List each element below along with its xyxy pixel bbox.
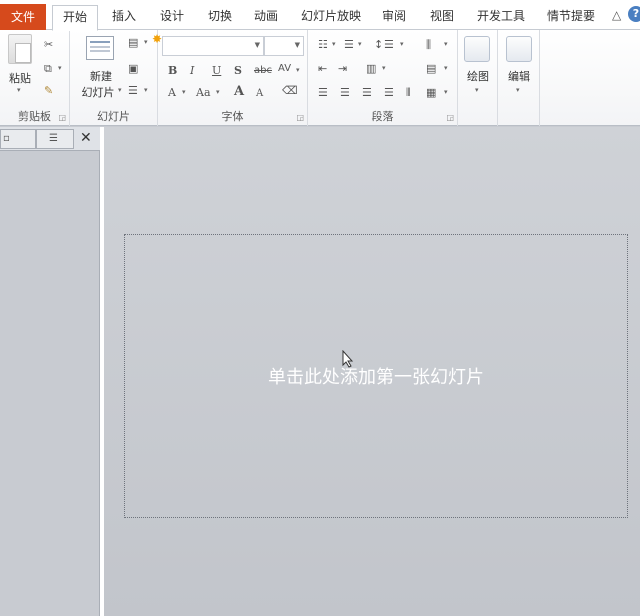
font-color-dropdown-icon[interactable]: ▾ [182,88,186,96]
grow-font-button[interactable]: A [234,85,244,99]
decrease-indent-icon[interactable]: ⇤ [318,62,327,76]
underline-button[interactable]: U [212,64,221,78]
group-clipboard: 粘贴 ▾ ✂ ⧉ ▾ ✎ 剪贴板 ◲ [0,30,70,126]
copy-icon[interactable]: ⧉ [44,62,52,76]
tab-developer[interactable]: 开发工具 [470,5,532,30]
shrink-font-button[interactable]: A [256,87,263,101]
tab-review[interactable]: 审阅 [374,5,414,30]
mouse-cursor-icon [342,350,354,368]
tab-home[interactable]: 开始 [52,5,98,31]
tab-transitions[interactable]: 切换 [200,5,240,30]
cut-icon[interactable]: ✂ [44,38,53,52]
smartart-icon[interactable]: ▦ [426,86,436,100]
change-case-dropdown-icon[interactable]: ▾ [216,88,220,96]
tab-view[interactable]: 视图 [422,5,462,30]
drawing-dropdown-icon[interactable]: ▾ [475,86,479,94]
text-direction-dropdown-icon[interactable]: ▾ [444,40,448,48]
tab-animations[interactable]: 动画 [246,5,286,30]
group-label-slides: 幻灯片 [97,110,130,123]
line-spacing-lines-icon: ☰ [384,38,394,51]
font-name-combo[interactable]: ▼ [162,36,264,56]
font-launcher-icon[interactable]: ◲ [296,113,304,122]
group-paragraph: ☷ ▾ ☰ ▾ ↕ ☰ ▾ ⫼ ▾ ⇤ ⇥ ▥ ▾ ▤ ▾ ☰ ☰ ☰ ☰ ⫴ … [308,30,458,126]
tab-insert[interactable]: 插入 [104,5,144,30]
font-color-button[interactable]: A [168,86,176,100]
font-size-dropdown-icon[interactable]: ▼ [295,41,300,49]
minimize-ribbon-icon[interactable]: △ [612,8,621,22]
paragraph-launcher-icon[interactable]: ◲ [446,113,454,122]
align-text-icon[interactable]: ▤ [426,62,436,76]
font-name-dropdown-icon[interactable]: ▼ [255,41,260,49]
new-slide-icon[interactable] [86,36,114,60]
section-icon[interactable]: ☰ [128,84,138,98]
slide-thumbnail-icon: ▫ [3,133,10,144]
distributed-icon[interactable]: ⫴ [406,86,411,100]
layout-icon[interactable]: ▤ [128,36,138,50]
bullets-dropdown-icon[interactable]: ▾ [332,40,336,48]
font-size-combo[interactable]: ▼ [264,36,304,56]
increase-indent-icon[interactable]: ⇥ [338,62,347,76]
copy-dropdown-icon[interactable]: ▾ [58,64,62,72]
tab-design[interactable]: 设计 [152,5,192,30]
group-label-paragraph: 段落 [371,110,394,123]
change-case-button[interactable]: Aa [196,86,211,100]
editing-button-label[interactable]: 编辑 [498,68,540,84]
bold-button[interactable]: B [168,64,177,78]
tab-outline[interactable]: ☰ [36,129,74,149]
group-font: ▼ ▼ B I U S abc AV ▾ A ▾ Aa ▾ A A ⌫ 字体 ◲ [158,30,308,126]
close-pane-icon[interactable]: ✕ [80,130,92,146]
format-painter-icon[interactable]: ✎ [44,84,53,98]
new-slide-label-1[interactable]: 新建 [84,68,118,84]
tab-slides-thumbnails[interactable]: ▫ [0,129,36,149]
tab-slideshow[interactable]: 幻灯片放映 [296,5,366,30]
ribbon-tab-bar: 文件 开始 插入 设计 切换 动画 幻灯片放映 审阅 视图 开发工具 情节提要 … [0,0,640,31]
bullets-icon[interactable]: ☷ [318,38,328,52]
new-slide-label-2[interactable]: 幻灯片 [78,84,118,100]
tab-file[interactable]: 文件 [0,4,46,30]
paste-button-label[interactable]: 粘贴 [4,70,36,86]
char-spacing-dropdown-icon[interactable]: ▾ [296,66,300,74]
columns-icon[interactable]: ▥ [366,62,376,76]
slides-pane: ▫ ☰ ✕ [0,127,100,616]
align-center-icon[interactable]: ☰ [340,86,350,100]
drawing-shapes-icon[interactable] [464,36,490,62]
editing-dropdown-icon[interactable]: ▾ [516,86,520,94]
section-dropdown-icon[interactable]: ▾ [144,86,148,94]
italic-button[interactable]: I [190,64,194,78]
outline-icon: ☰ [49,133,58,144]
binoculars-icon[interactable] [506,36,532,62]
numbering-icon[interactable]: ☰ [344,38,354,52]
group-slides: ✸ 新建 幻灯片 ▾ ▤ ▾ ▣ ☰ ▾ 幻灯片 [70,30,162,126]
clear-formatting-icon[interactable]: ⌫ [282,84,298,98]
drawing-button-label[interactable]: 绘图 [458,68,498,84]
justify-icon[interactable]: ☰ [384,86,394,100]
text-direction-icon[interactable]: ⫼ [426,38,431,52]
group-drawing: 绘图 ▾ [458,30,498,126]
shadow-button[interactable]: S [234,64,242,78]
group-label-font: 字体 [221,110,244,123]
columns-dropdown-icon[interactable]: ▾ [382,64,386,72]
new-slide-dropdown-icon[interactable]: ▾ [118,86,122,94]
line-spacing-icon[interactable]: ↕ [374,38,383,52]
paste-icon[interactable] [8,34,32,64]
add-first-slide-placeholder[interactable]: 单击此处添加第一张幻灯片 [124,234,628,518]
align-right-icon[interactable]: ☰ [362,86,372,100]
clipboard-launcher-icon[interactable]: ◲ [58,113,66,122]
ribbon: 粘贴 ▾ ✂ ⧉ ▾ ✎ 剪贴板 ◲ ✸ 新建 幻灯片 ▾ ▤ ▾ ▣ ☰ ▾ … [0,30,640,126]
tab-storyboard[interactable]: 情节提要 [540,5,602,30]
smartart-dropdown-icon[interactable]: ▾ [444,88,448,96]
reset-icon[interactable]: ▣ [128,62,138,76]
numbering-dropdown-icon[interactable]: ▾ [358,40,362,48]
align-text-dropdown-icon[interactable]: ▾ [444,64,448,72]
group-editing: 编辑 ▾ [498,30,540,126]
paste-dropdown-icon[interactable]: ▾ [17,86,21,94]
placeholder-text: 单击此处添加第一张幻灯片 [268,367,484,388]
layout-dropdown-icon[interactable]: ▾ [144,38,148,46]
help-icon[interactable]: ? [628,6,640,22]
align-left-icon[interactable]: ☰ [318,86,328,100]
slides-pane-tabs: ▫ ☰ ✕ [0,127,100,151]
line-spacing-dropdown-icon[interactable]: ▾ [400,40,404,48]
char-spacing-button[interactable]: AV [278,62,291,76]
strikethrough-button[interactable]: abc [254,64,272,78]
